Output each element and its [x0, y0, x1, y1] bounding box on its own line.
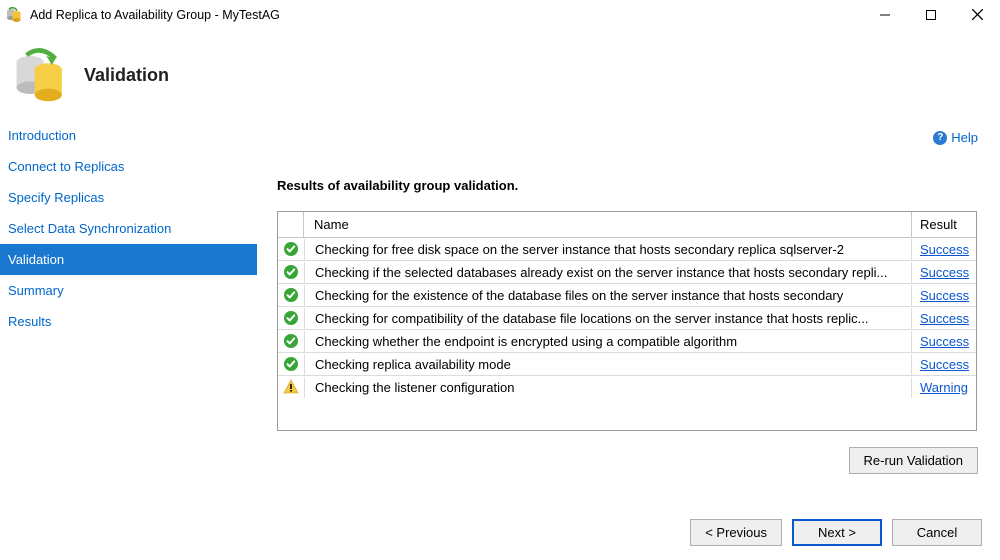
page-title: Validation	[84, 65, 169, 86]
success-icon	[278, 353, 304, 375]
sidebar-item-introduction[interactable]: Introduction	[0, 120, 257, 151]
validation-rule-name: Checking if the selected databases alrea…	[304, 262, 912, 283]
validation-result-link[interactable]: Success	[912, 262, 976, 283]
success-icon	[278, 307, 304, 329]
success-icon	[278, 330, 304, 352]
next-button[interactable]: Next >	[792, 519, 882, 546]
previous-button[interactable]: < Previous	[690, 519, 782, 546]
maximize-button[interactable]	[908, 0, 954, 30]
validation-result-link[interactable]: Success	[912, 285, 976, 306]
wizard-sidebar: IntroductionConnect to ReplicasSpecify R…	[0, 120, 257, 500]
window-titlebar: Add Replica to Availability Group - MyTe…	[0, 0, 1000, 30]
window-buttons	[862, 0, 1000, 30]
validation-result-link[interactable]: Success	[912, 331, 976, 352]
success-icon	[278, 238, 304, 260]
wizard-footer: < Previous Next > Cancel	[690, 519, 982, 546]
validation-result-link[interactable]: Success	[912, 239, 976, 260]
table-row: Checking for compatibility of the databa…	[278, 307, 976, 330]
table-row: Checking replica availability modeSucces…	[278, 353, 976, 376]
sidebar-item-connect-to-replicas[interactable]: Connect to Replicas	[0, 151, 257, 182]
validation-header-icon	[12, 46, 70, 104]
validation-rule-name: Checking for compatibility of the databa…	[304, 308, 912, 329]
grid-header-name: Name	[304, 212, 912, 237]
validation-rule-name: Checking the listener configuration	[304, 377, 912, 398]
rerun-validation-button[interactable]: Re-run Validation	[849, 447, 978, 474]
validation-rule-name: Checking replica availability mode	[304, 354, 912, 375]
validation-rule-name: Checking whether the endpoint is encrypt…	[304, 331, 912, 352]
minimize-button[interactable]	[862, 0, 908, 30]
validation-result-link[interactable]: Success	[912, 354, 976, 375]
validation-rule-name: Checking for free disk space on the serv…	[304, 239, 912, 260]
table-row: Checking if the selected databases alrea…	[278, 261, 976, 284]
table-row: Checking for free disk space on the serv…	[278, 238, 976, 261]
table-row: Checking whether the endpoint is encrypt…	[278, 330, 976, 353]
sidebar-item-specify-replicas[interactable]: Specify Replicas	[0, 182, 257, 213]
validation-grid: Name Result Checking for free disk space…	[277, 211, 977, 431]
grid-empty-space	[278, 398, 976, 430]
warning-icon	[278, 376, 304, 398]
help-label: Help	[951, 130, 978, 145]
cancel-button[interactable]: Cancel	[892, 519, 982, 546]
close-button[interactable]	[954, 0, 1000, 30]
page-header: Validation	[0, 30, 1000, 120]
sidebar-item-summary[interactable]: Summary	[0, 275, 257, 306]
grid-header-result: Result	[912, 212, 976, 237]
wizard-body: IntroductionConnect to ReplicasSpecify R…	[0, 120, 1000, 500]
app-icon	[6, 7, 22, 23]
window-title: Add Replica to Availability Group - MyTe…	[30, 8, 862, 22]
validation-result-link[interactable]: Success	[912, 308, 976, 329]
grid-header: Name Result	[278, 212, 976, 238]
grid-header-icon-col	[278, 212, 304, 237]
validation-rule-name: Checking for the existence of the databa…	[304, 285, 912, 306]
sidebar-item-select-data-synchronization[interactable]: Select Data Synchronization	[0, 213, 257, 244]
help-link[interactable]: ? Help	[933, 130, 978, 145]
table-row: Checking the listener configurationWarni…	[278, 376, 976, 398]
sidebar-item-results[interactable]: Results	[0, 306, 257, 337]
results-heading: Results of availability group validation…	[277, 178, 982, 193]
wizard-main: ? Help Results of availability group val…	[257, 120, 1000, 500]
table-row: Checking for the existence of the databa…	[278, 284, 976, 307]
success-icon	[278, 284, 304, 306]
sidebar-item-validation[interactable]: Validation	[0, 244, 257, 275]
help-icon: ?	[933, 131, 947, 145]
validation-result-link[interactable]: Warning	[912, 377, 976, 398]
success-icon	[278, 261, 304, 283]
